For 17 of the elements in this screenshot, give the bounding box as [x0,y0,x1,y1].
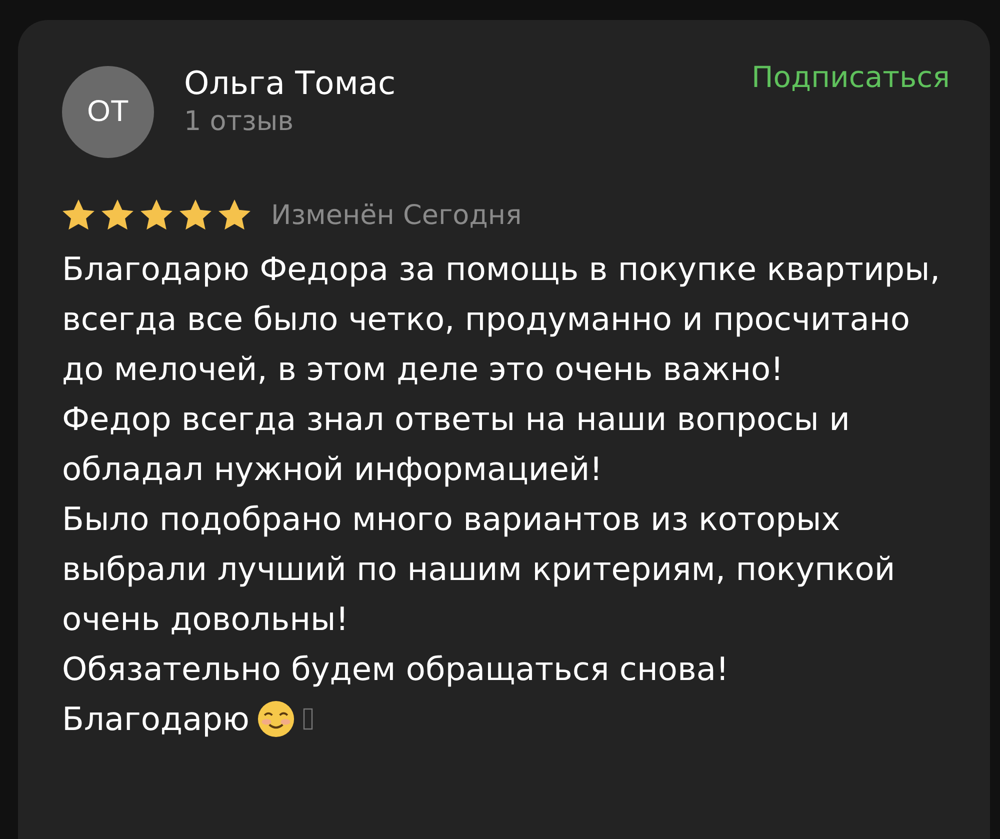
review-count: 1 отзыв [184,106,295,137]
review-text: Благодарю Федора за помощь в покупке квартиры, всегда все было четко, продуманно и просчитано до мелочей, в этом деле это очень важно! [62,249,941,390]
review-text: Обязательно будем обращаться снова! [62,649,730,690]
subscribe-button[interactable]: Подписаться [752,60,950,94]
avatar: ОТ [62,66,154,158]
star-icon [138,198,175,232]
star-icon [177,198,214,232]
review-text: Благодарю [62,699,250,740]
author-name: Ольга Томас [184,64,397,102]
review-date: Изменён Сегодня [271,200,522,230]
star-icon [216,198,253,232]
star-icon [60,198,97,232]
smiling-face-icon [257,700,296,738]
review-text: Было подобрано много вариантов из которых выбрали лучший по нашим критериям, покупкой очень довольны! [62,499,896,640]
review-text: Федор всегда знал ответы на наши вопросы и обладал нужной информацией! [62,399,851,490]
missing-glyph-icon [303,708,314,730]
star-icon [99,198,136,232]
